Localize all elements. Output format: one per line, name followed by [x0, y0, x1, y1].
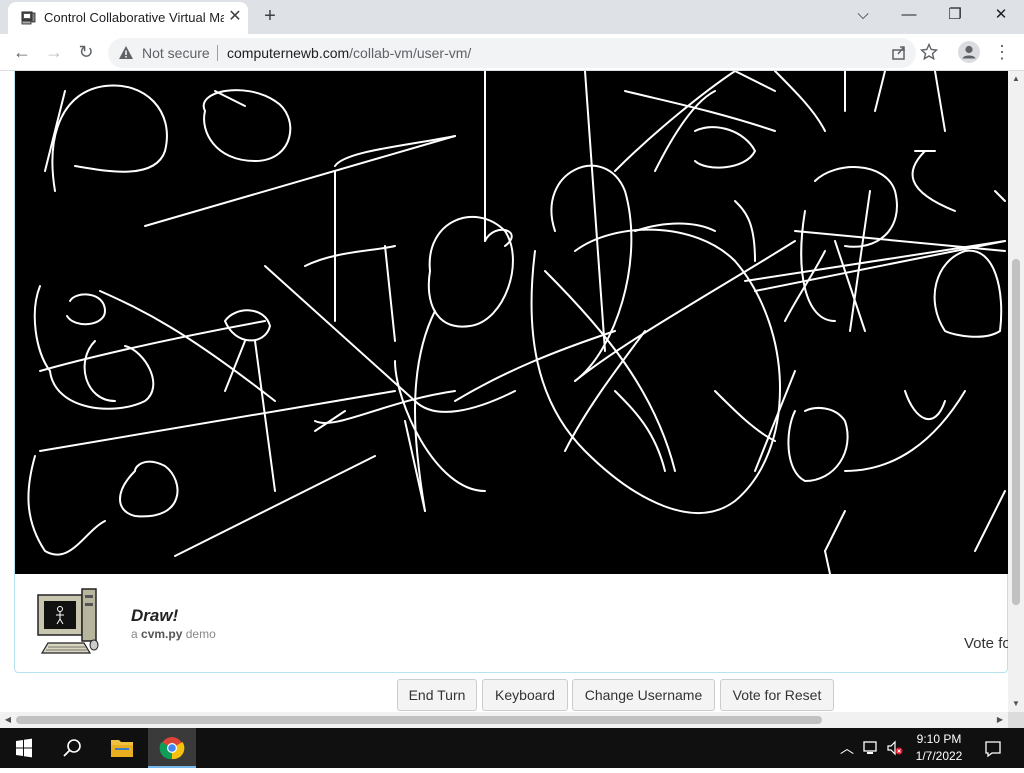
subtitle-suffix: demo [185, 627, 216, 641]
scrollbar-corner [1008, 712, 1024, 728]
search-icon[interactable] [48, 728, 96, 768]
forward-arrow-icon[interactable]: → [41, 39, 67, 65]
url-divider [217, 45, 218, 61]
tab-title: Control Collaborative Virtual Ma [44, 10, 224, 25]
vm-subtitle: a cvm.py demo [131, 627, 216, 641]
url-text[interactable]: computernewb.com/collab-vm/user-vm/ [227, 45, 471, 61]
more-vert-icon[interactable]: ⋮ [992, 39, 1012, 65]
reload-icon[interactable]: ↻ [73, 39, 99, 65]
drawing-strokes [27, 71, 1006, 574]
restore-icon[interactable]: ❐ [932, 2, 978, 30]
vertical-scrollbar[interactable]: ▲ ▼ [1008, 71, 1024, 712]
windows-start-icon[interactable] [0, 728, 48, 768]
address-bar[interactable]: Not secure computernewb.com/collab-vm/us… [108, 38, 916, 68]
url-domain: computernewb.com [227, 45, 350, 61]
horizontal-scroll-thumb[interactable] [16, 716, 822, 724]
vote-status: Vote fo [964, 635, 1008, 652]
minimize-icon[interactable]: — [886, 2, 932, 30]
taskbar-clock[interactable]: 9:10 PM 1/7/2022 [904, 731, 974, 765]
browser-tab[interactable]: Control Collaborative Virtual Ma ✕ [8, 2, 248, 34]
scroll-up-icon[interactable]: ▲ [1008, 71, 1024, 87]
clock-time: 9:10 PM [916, 732, 962, 746]
page-viewport: Draw! a cvm.py demo Vote fo End Turn Key… [0, 71, 1008, 712]
warning-icon[interactable] [118, 45, 134, 61]
scroll-left-icon[interactable]: ◀ [0, 712, 16, 728]
change-username-button[interactable]: Change Username [572, 679, 715, 711]
not-secure-label[interactable]: Not secure [142, 45, 210, 61]
browser-tabstrip: Control Collaborative Virtual Ma ✕ + ⌵ —… [0, 0, 1024, 34]
clock-date: 1/7/2022 [915, 749, 963, 763]
profile-icon[interactable] [958, 41, 980, 63]
close-icon[interactable]: ✕ [226, 8, 244, 26]
browser-toolbar: ← → ↻ Not secure computernewb.com/collab… [0, 34, 1024, 71]
horizontal-scrollbar[interactable]: ◀ ▶ [0, 712, 1008, 728]
notification-icon[interactable] [984, 740, 1002, 758]
cvm-py-link[interactable]: cvm.py [141, 627, 182, 641]
new-tab-button[interactable]: + [258, 5, 282, 29]
scroll-down-icon[interactable]: ▼ [1008, 696, 1024, 712]
chevron-down-icon[interactable]: ⌵ [840, 2, 886, 30]
subtitle-prefix: a [131, 627, 138, 641]
star-icon[interactable] [920, 43, 938, 61]
vertical-scroll-thumb[interactable] [1012, 259, 1020, 605]
url-path: /collab-vm/user-vm/ [349, 45, 472, 61]
computer-icon [21, 11, 36, 25]
chevron-up-icon[interactable]: ︿ [840, 738, 854, 758]
folder-icon[interactable] [98, 728, 146, 768]
vm-button-row: End Turn Keyboard Change Username Vote f… [0, 678, 1008, 712]
back-arrow-icon[interactable]: ← [9, 39, 35, 65]
volume-muted-icon[interactable] [886, 740, 904, 756]
share-icon[interactable] [890, 44, 908, 62]
vote-reset-button[interactable]: Vote for Reset [720, 679, 834, 711]
end-turn-button[interactable]: End Turn [397, 679, 477, 711]
keyboard-button[interactable]: Keyboard [482, 679, 568, 711]
network-icon[interactable] [862, 740, 880, 756]
scroll-right-icon[interactable]: ▶ [992, 712, 1008, 728]
windows-taskbar: ︿ 9:10 PM 1/7/2022 [0, 728, 1024, 768]
chrome-icon[interactable] [148, 728, 196, 768]
collabvm-logo [37, 588, 99, 654]
vm-display-canvas[interactable] [15, 71, 1008, 574]
vm-title: Draw! [131, 606, 179, 625]
close-icon[interactable]: ✕ [978, 2, 1024, 30]
